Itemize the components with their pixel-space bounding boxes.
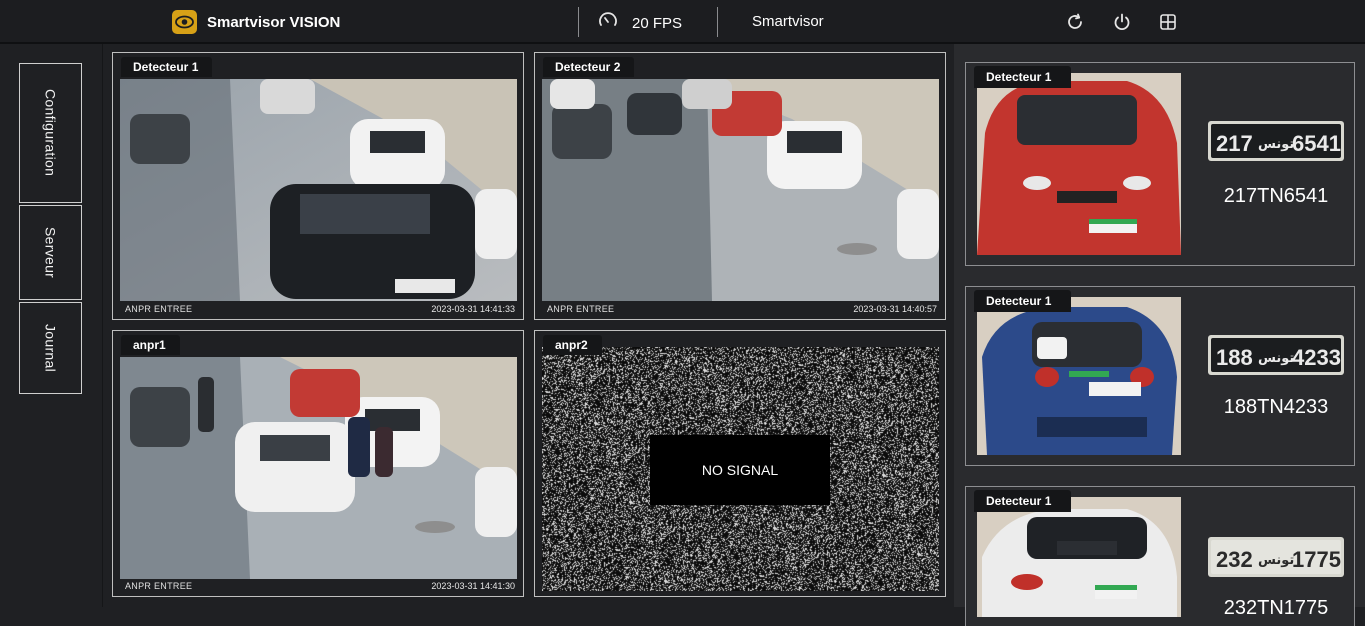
plate-crop: 188 تونس 4233 [1208,335,1344,375]
sidebar-item-label: Serveur [42,226,59,279]
top-bar: Smartvisor VISION 20 FPS Smartvisor [0,0,1365,44]
detection-card[interactable]: Detecteur 1 188 تونس 4233 188TN4233 [965,286,1355,466]
app-name: Smartvisor VISION [207,13,341,31]
fps-indicator: 20 FPS [598,11,682,35]
plate-number: 232TN1775 [1223,597,1329,619]
server-name: Smartvisor [752,13,824,30]
camera-tile-anpr1[interactable]: anpr1 ANPR ENTREE 2023-03-31 14:41:30 [112,330,524,597]
plate-left: 232 [1216,547,1253,572]
plate-right: 4233 [1292,345,1341,370]
camera-feed [120,79,517,301]
speedometer-icon [598,11,618,35]
power-icon[interactable] [1111,11,1133,33]
camera-feed [542,79,939,301]
vehicle-snapshot [977,73,1181,255]
plate-crop: 232 تونس 1775 [1208,537,1344,577]
no-signal-message: NO SIGNAL [650,435,830,505]
plate-number: 188TN4233 [1223,396,1329,418]
camera-location: ANPR ENTREE [125,581,193,591]
grid-icon[interactable] [1157,11,1179,33]
sidebar-item-configuration[interactable]: Configuration [19,63,82,203]
detection-source-label: Detecteur 1 [974,66,1072,88]
vehicle-snapshot [977,497,1181,617]
plate-left: 217 [1216,131,1253,156]
eye-icon [172,10,197,34]
camera-label: anpr1 [121,335,180,355]
camera-tile-detecteur-1[interactable]: Detecteur 1 ANPR ENTREE 2023-03-31 14:41… [112,52,524,320]
camera-label: anpr2 [543,335,602,355]
detection-source-label: Detecteur 1 [974,290,1072,312]
detection-source-label: Detecteur 1 [974,490,1072,512]
detection-card[interactable]: Detecteur 1 232 تونس 1775 232TN1775 [965,486,1355,626]
camera-tile-anpr2[interactable]: anpr2 NO SIGNAL [534,330,946,597]
camera-timestamp: 2023-03-31 14:40:57 [853,304,937,314]
plate-right: 6541 [1292,131,1341,156]
plate-right: 1775 [1292,547,1341,572]
detection-card[interactable]: Detecteur 1 217 تونس 6541 217TN6541 [965,62,1355,266]
sidebar-item-label: Journal [42,323,59,373]
camera-timestamp: 2023-03-31 14:41:33 [431,304,515,314]
divider [717,7,718,37]
camera-label: Detecteur 2 [543,57,635,77]
plate-mid: تونس [1258,137,1294,152]
camera-feed [120,357,517,579]
brand: Smartvisor VISION [172,9,340,35]
plate-mid: تونس [1258,553,1294,568]
plate-left: 188 [1216,345,1253,370]
fps-value: 20 FPS [632,14,683,32]
camera-location: ANPR ENTREE [547,304,615,314]
camera-label: Detecteur 1 [121,57,213,77]
plate-number: 217TN6541 [1223,185,1329,207]
plate-mid: تونس [1258,351,1294,366]
sidebar-item-label: Configuration [42,89,59,177]
sidebar-item-journal[interactable]: Journal [19,302,82,394]
camera-timestamp: 2023-03-31 14:41:30 [431,581,515,591]
sidebar-item-serveur[interactable]: Serveur [19,205,82,300]
plate-crop: 217 تونس 6541 [1208,121,1344,161]
camera-feed: NO SIGNAL [542,347,939,591]
divider [578,7,579,37]
refresh-icon[interactable] [1064,11,1086,33]
camera-location: ANPR ENTREE [125,304,193,314]
vehicle-snapshot [977,297,1181,455]
camera-tile-detecteur-2[interactable]: Detecteur 2 ANPR ENTREE 2023-03-31 14:40… [534,52,946,320]
